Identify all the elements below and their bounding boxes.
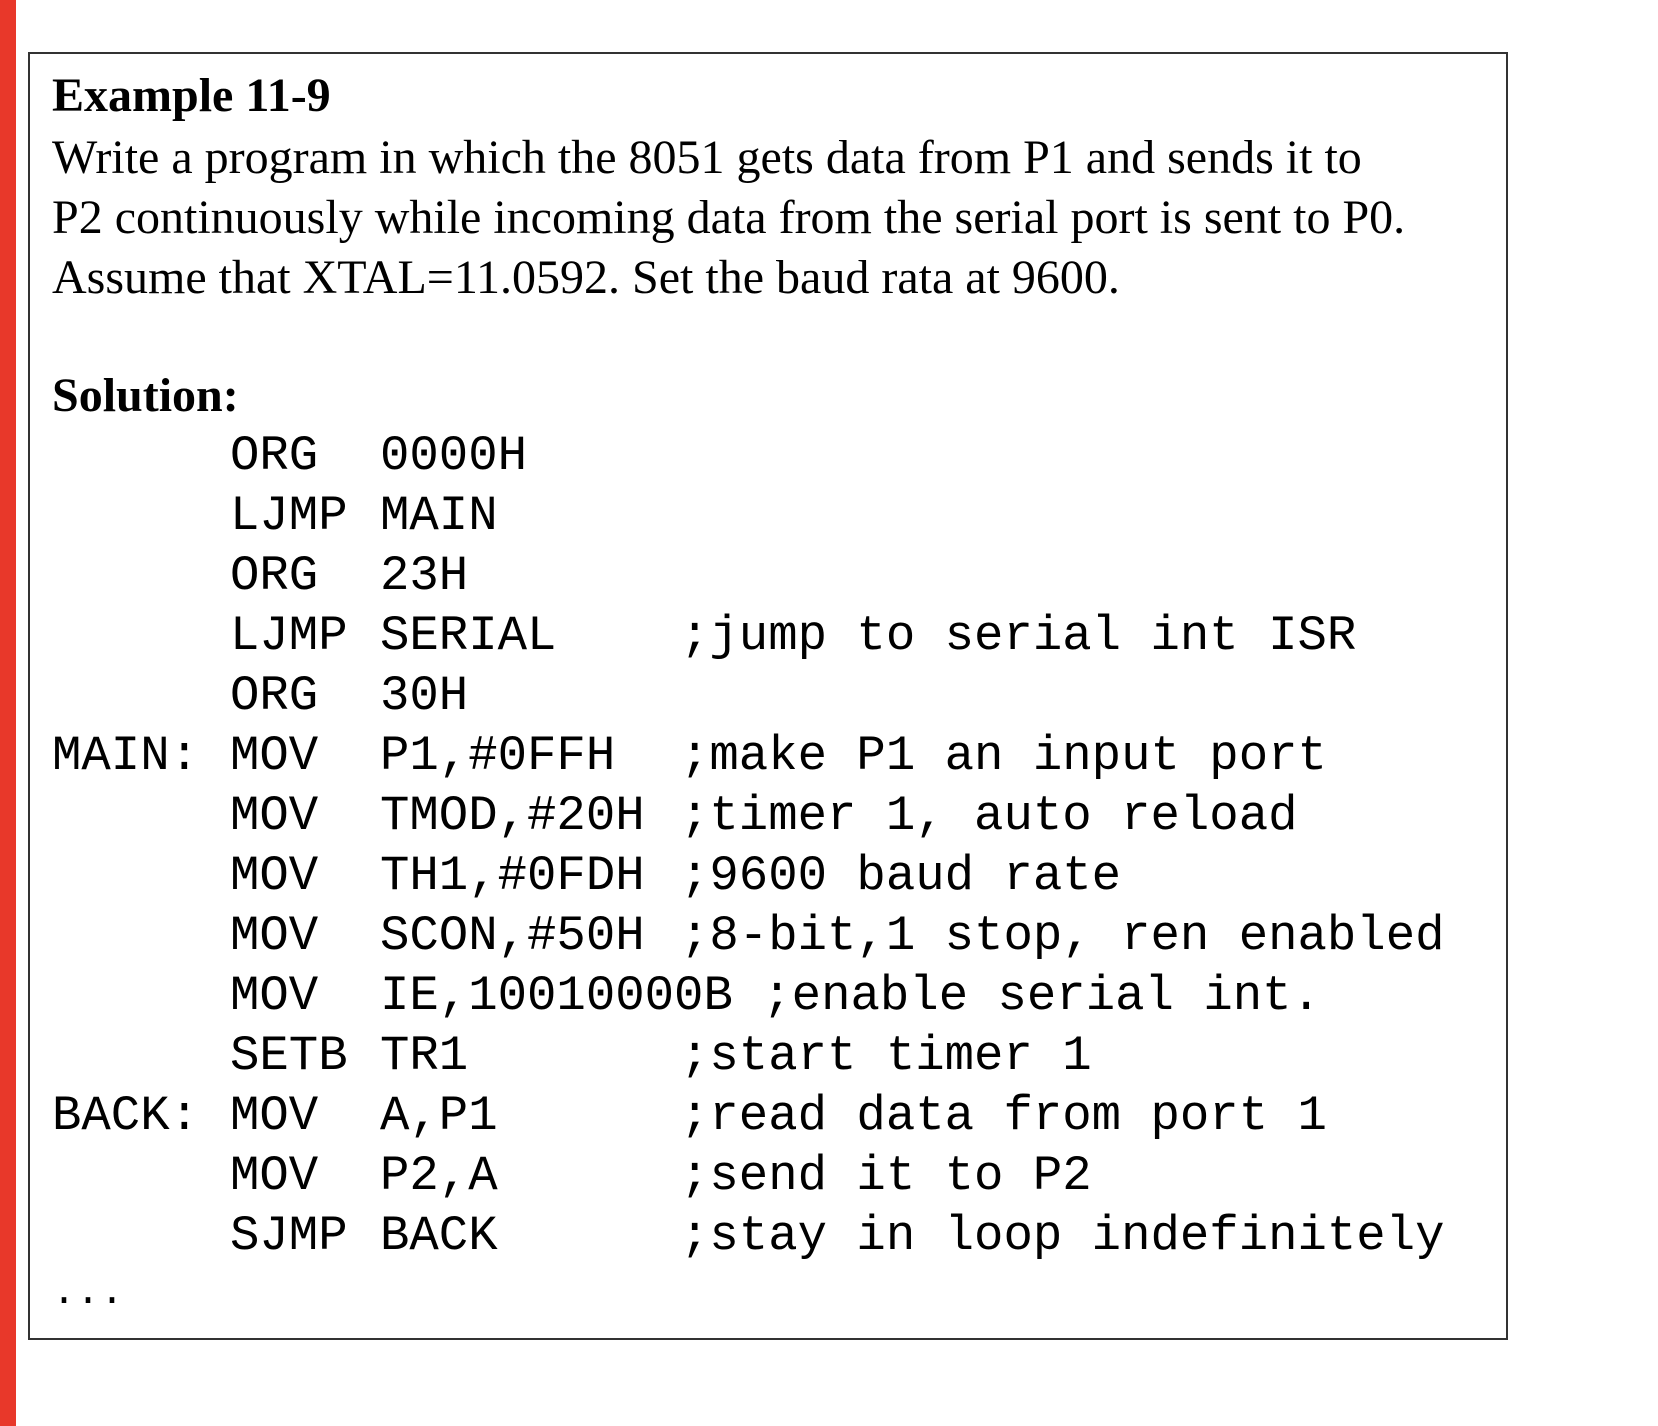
- problem-statement: Write a program in which the 8051 gets d…: [52, 128, 1405, 308]
- code-comment: ;stay in loop indefinitely: [680, 1208, 1445, 1264]
- code-comment: ;start timer 1: [680, 1028, 1092, 1084]
- problem-line: Write a program in which the 8051 gets d…: [52, 131, 1362, 184]
- code-operand: TH1,#0FDH: [380, 848, 645, 904]
- code-mnemonic: SETB: [230, 1028, 348, 1084]
- code-operand: TR1: [380, 1028, 469, 1084]
- code-operand: 0000H: [380, 428, 528, 484]
- accent-bar: [0, 0, 16, 1426]
- problem-line: P2 continuously while incoming data from…: [52, 191, 1406, 244]
- code-operand: 23H: [380, 548, 469, 604]
- code-mnemonic: SJMP: [230, 1208, 348, 1264]
- code-mnemonic: LJMP: [230, 608, 348, 664]
- code-mnemonic: ORG: [230, 548, 319, 604]
- code-operand: SERIAL: [380, 608, 557, 664]
- code-operand: SCON,#50H: [380, 908, 645, 964]
- code-comment: ;jump to serial int ISR: [680, 608, 1357, 664]
- code-mnemonic: MOV: [230, 848, 319, 904]
- code-label: BACK:: [52, 1088, 200, 1144]
- code-comment: ;9600 baud rate: [680, 848, 1122, 904]
- code-mnemonic: MOV: [230, 1148, 319, 1204]
- code-mnemonic: ORG: [230, 668, 319, 724]
- example-title: Example 11-9: [52, 69, 331, 122]
- code-mnemonic: ORG: [230, 428, 319, 484]
- problem-line: Assume that XTAL=11.0592. Set the baud r…: [52, 251, 1120, 304]
- code-operand: TMOD,#20H: [380, 788, 645, 844]
- code-mnemonic: MOV: [230, 728, 319, 784]
- code-mnemonic: MOV: [230, 1088, 319, 1144]
- solution-label: Solution:: [52, 369, 239, 422]
- code-operand: P2,A: [380, 1148, 498, 1204]
- code-operand: A,P1: [380, 1088, 498, 1144]
- example-box: Example 11-9 Write a program in which th…: [28, 52, 1508, 1340]
- code-comment: ;read data from port 1: [680, 1088, 1327, 1144]
- code-comment: ;make P1 an input port: [680, 728, 1327, 784]
- code-label: MAIN:: [52, 728, 200, 784]
- code-operand: 30H: [380, 668, 469, 724]
- code-mnemonic: MOV: [230, 968, 319, 1024]
- code-comment: ;send it to P2: [680, 1148, 1092, 1204]
- code-operand: MAIN: [380, 488, 498, 544]
- code-mnemonic: MOV: [230, 908, 319, 964]
- code-operand: IE,10010000B ;enable serial int.: [380, 968, 1321, 1024]
- code-mnemonic: MOV: [230, 788, 319, 844]
- code-operand: P1,#0FFH: [380, 728, 616, 784]
- ellipsis: ...: [52, 1271, 125, 1316]
- code-operand: BACK: [380, 1208, 498, 1264]
- code-mnemonic: LJMP: [230, 488, 348, 544]
- code-comment: ;8-bit,1 stop, ren enabled: [680, 908, 1445, 964]
- code-comment: ;timer 1, auto reload: [680, 788, 1298, 844]
